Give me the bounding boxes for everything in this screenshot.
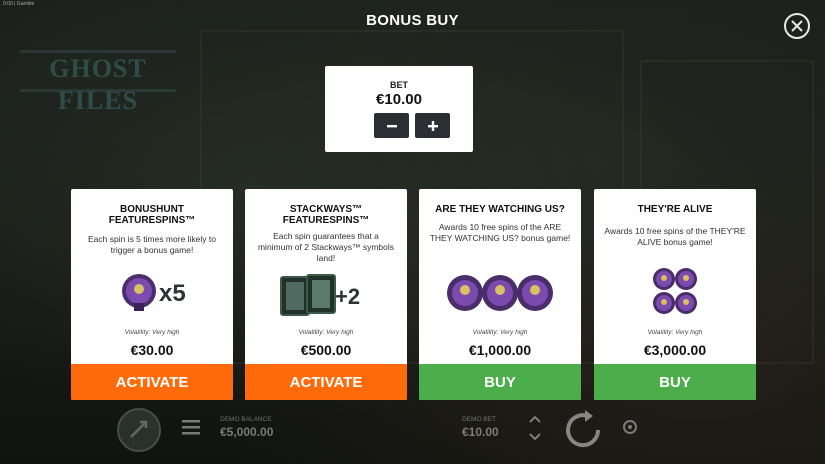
stacked-scatter-symbols-icon xyxy=(653,268,697,314)
card-description: Each spin is 5 times more likely to trig… xyxy=(87,234,217,255)
card-art xyxy=(594,259,756,324)
bet-label: BET xyxy=(390,80,408,90)
card-art: x5 xyxy=(71,259,233,324)
spin-icon[interactable] xyxy=(558,405,608,455)
volatility-label: Volatility: Very high xyxy=(124,329,180,336)
three-scatter-symbols-icon xyxy=(447,275,553,311)
card-description: Awards 10 free spins of the THEY'RE ALIV… xyxy=(604,226,746,247)
card-title: THEY'RE ALIVE xyxy=(637,204,713,215)
close-button[interactable] xyxy=(784,13,810,39)
card-title: STACKWAYS™ FEATURESPINS™ xyxy=(282,204,370,226)
card-price: €500.00 xyxy=(300,342,352,358)
modal-title: BONUS BUY xyxy=(366,12,459,29)
close-icon xyxy=(791,20,803,32)
bet-increase-button[interactable] xyxy=(415,113,450,138)
card-price: €1,000.00 xyxy=(468,342,532,358)
activate-button[interactable]: ACTIVATE xyxy=(71,364,233,400)
bonus-buy-icon[interactable] xyxy=(116,407,162,453)
card-title: ARE THEY WATCHING US? xyxy=(435,204,565,215)
bet-decrease-button[interactable] xyxy=(374,113,409,138)
demo-bet-value: €10.00 xyxy=(462,425,499,439)
menu-icon[interactable] xyxy=(182,419,200,435)
card-price: €30.00 xyxy=(130,342,174,358)
card-art xyxy=(419,259,581,324)
card-description: Awards 10 free spins of the ARE THEY WAT… xyxy=(429,222,571,243)
bonus-card-stackways: STACKWAYS™ FEATURESPINS™ Each spin guara… xyxy=(245,189,407,400)
volatility-label: Volatility: Very high xyxy=(472,329,528,336)
status-text: 0:00 | Gamble xyxy=(3,1,35,7)
volatility-label: Volatility: Very high xyxy=(647,329,703,336)
bonus-card-theyre-alive: THEY'RE ALIVE Awards 10 free spins of th… xyxy=(594,189,756,400)
balance-value: €5,000.00 xyxy=(220,425,274,439)
bottom-bar: DEMO BALANCE €5,000.00 DEMO BET €10.00 xyxy=(0,402,825,464)
bet-value: €10.00 xyxy=(376,91,422,108)
stack-count-text: +2 xyxy=(335,284,360,309)
balance-label: DEMO BALANCE xyxy=(220,416,272,423)
card-art: +2 xyxy=(245,259,407,324)
scatter-symbol-icon: x5 xyxy=(122,274,186,311)
bet-adjust-chevrons-icon[interactable] xyxy=(528,412,542,444)
multiplier-text: x5 xyxy=(159,280,186,307)
card-price: €3,000.00 xyxy=(643,342,707,358)
minus-icon xyxy=(386,124,397,127)
activate-button[interactable]: ACTIVATE xyxy=(245,364,407,400)
card-title: BONUSHUNT FEATURESPINS™ xyxy=(108,204,196,226)
buy-button[interactable]: BUY xyxy=(419,364,581,400)
stackways-symbol-icon: +2 xyxy=(280,274,360,316)
bonus-card-bonushunt: BONUSHUNT FEATURESPINS™ Each spin is 5 t… xyxy=(71,189,233,400)
autoplay-icon[interactable] xyxy=(622,419,638,435)
buy-button[interactable]: BUY xyxy=(594,364,756,400)
volatility-label: Volatility: Very high xyxy=(298,329,354,336)
bet-panel: BET €10.00 xyxy=(325,66,473,152)
bonus-card-are-they-watching: ARE THEY WATCHING US? Awards 10 free spi… xyxy=(419,189,581,400)
demo-bet-label: DEMO BET xyxy=(462,416,496,423)
plus-icon xyxy=(427,120,438,131)
